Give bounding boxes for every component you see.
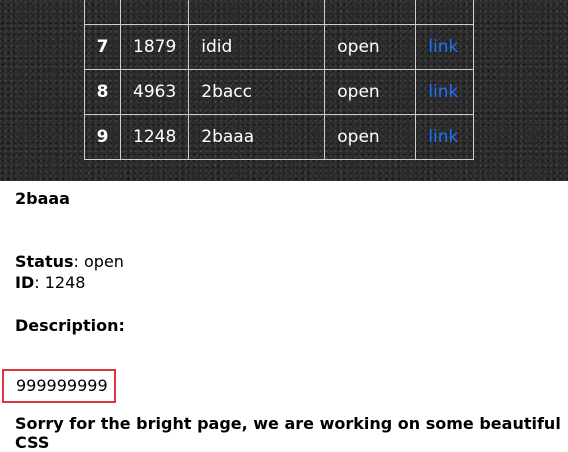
project-link-cell <box>415 0 475 25</box>
id-line: ID: 1248 <box>15 272 85 293</box>
table-row: 7 1879 idid open link <box>84 24 475 70</box>
project-name-cell: idid <box>188 24 326 70</box>
project-id-cell: 4963 <box>119 69 190 115</box>
table-row: project <box>84 0 475 25</box>
project-status-cell <box>324 0 417 25</box>
row-number-cell: 9 <box>84 114 121 160</box>
id-value: : 1248 <box>34 273 86 292</box>
background-texture: project 7 1879 idid open link 8 4963 2ba… <box>0 0 568 181</box>
footer-message: Sorry for the bright page, we are workin… <box>15 414 561 452</box>
description-label: Description: <box>15 316 125 335</box>
project-id-cell <box>119 0 190 25</box>
id-label: ID <box>15 273 35 292</box>
row-number-cell: 8 <box>84 69 121 115</box>
description-field[interactable]: 999999999 <box>2 369 116 403</box>
row-number-cell <box>84 0 121 25</box>
project-link[interactable]: link <box>428 127 458 147</box>
project-link-cell: link <box>415 114 475 160</box>
table-row: 9 1248 2baaa open link <box>84 114 475 160</box>
project-link-cell: link <box>415 24 475 70</box>
project-title: 2baaa <box>15 189 70 208</box>
project-name-cell: 2baaa <box>188 114 326 160</box>
row-number-cell: 7 <box>84 24 121 70</box>
status-label: Status <box>15 252 74 271</box>
project-link[interactable]: link <box>428 37 458 57</box>
status-value: : open <box>73 252 124 271</box>
table-row: 8 4963 2bacc open link <box>84 69 475 115</box>
project-id-cell: 1879 <box>119 24 190 70</box>
project-id-cell: 1248 <box>119 114 190 160</box>
project-status-cell: open <box>324 114 417 160</box>
projects-table: project 7 1879 idid open link 8 4963 2ba… <box>84 0 475 160</box>
project-link-cell: link <box>415 69 475 115</box>
project-status-cell: open <box>324 24 417 70</box>
project-name-cell: 2bacc <box>188 69 326 115</box>
status-line: Status: open <box>15 251 124 272</box>
project-status-cell: open <box>324 69 417 115</box>
project-link[interactable]: link <box>428 82 458 102</box>
project-name-cell: project <box>188 0 326 25</box>
